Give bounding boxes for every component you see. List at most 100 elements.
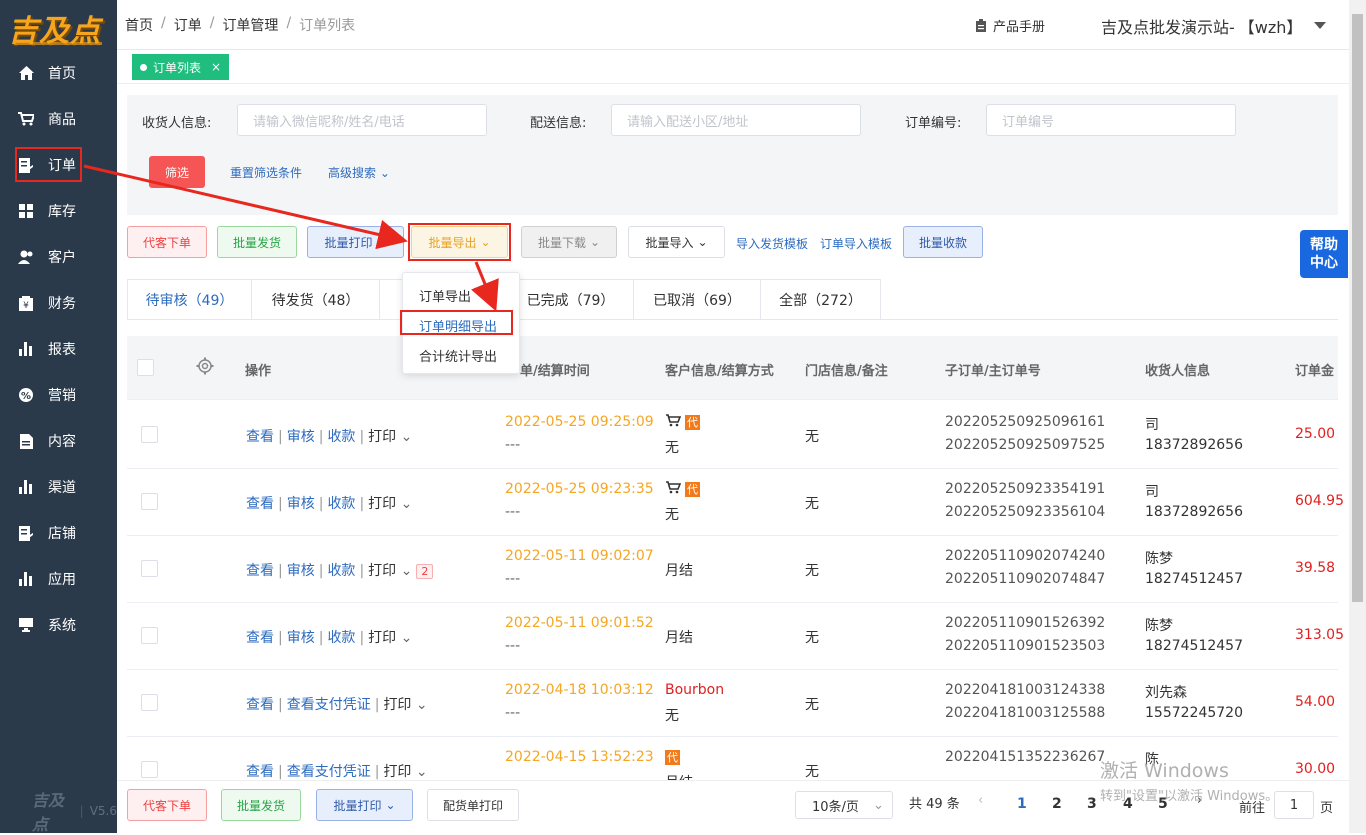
sidebar-item-5[interactable]: ¥ 财务 [0, 280, 117, 326]
bottom-batch-print-button[interactable]: 批量打印 ⌄ [316, 789, 413, 821]
settle-method: 月结 [665, 563, 693, 579]
breadcrumb-order-mgmt[interactable]: 订单管理 [222, 15, 278, 35]
sidebar-item-12[interactable]: 系统 [0, 602, 117, 648]
sub-order-no: 202204181003124338 [945, 682, 1106, 698]
bottom-proxy-order-button[interactable]: 代客下单 [127, 789, 207, 821]
order-import-template-link[interactable]: 订单导入模板 [820, 235, 892, 252]
page-3[interactable]: 3 [1087, 796, 1097, 812]
tab-cancelled[interactable]: 已取消（69） [634, 279, 761, 320]
batch-download-button[interactable]: 批量下载 ⌄ [521, 226, 617, 258]
help-center-button[interactable]: 帮助 中心 [1300, 230, 1348, 278]
chevron-down-icon: ⌄ [400, 429, 413, 445]
tab-all[interactable]: 全部（272） [761, 279, 881, 320]
row-checkbox[interactable] [141, 560, 158, 577]
logo[interactable]: 吉及点 [4, 6, 114, 49]
op-link[interactable]: 收款 [327, 496, 355, 512]
delivery-input[interactable]: 请输入配送小区/地址 [611, 104, 861, 136]
receiver-name: 陈梦 [1145, 618, 1173, 634]
tag-order-list[interactable]: 订单列表 × [132, 54, 230, 80]
row-checkbox[interactable] [141, 627, 158, 644]
batch-collect-button[interactable]: 批量收款 [903, 226, 983, 258]
batch-import-button[interactable]: 批量导入 ⌄ [628, 226, 725, 258]
op-link[interactable]: 查看 [246, 496, 274, 512]
tab-completed[interactable]: 已完成（79） [508, 279, 634, 320]
store-info: 无 [805, 429, 819, 445]
goto-page-input[interactable]: 1 [1274, 791, 1314, 819]
row-checkbox[interactable] [141, 493, 158, 510]
batch-print-button[interactable]: 批量打印 ⌄ [307, 226, 404, 258]
order-amount: 54.00 [1295, 694, 1336, 710]
print-menu[interactable]: 打印 ⌄ [368, 496, 412, 512]
page-2[interactable]: 2 [1052, 796, 1062, 812]
sidebar-item-label: 营销 [48, 388, 76, 404]
close-icon[interactable]: × [211, 60, 221, 74]
op-link[interactable]: 查看 [246, 764, 274, 780]
reset-filter-link[interactable]: 重置筛选条件 [230, 164, 302, 181]
sidebar-item-8[interactable]: 内容 [0, 418, 117, 464]
sidebar-item-7[interactable]: % 营销 [0, 372, 117, 418]
advanced-search-link[interactable]: 高级搜索 ⌄ [328, 164, 390, 181]
op-link[interactable]: 收款 [327, 429, 355, 445]
print-menu[interactable]: 打印 ⌄ [383, 764, 427, 780]
orderno-input[interactable]: 订单编号 [986, 104, 1236, 136]
receiver-input[interactable]: 请输入微信昵称/姓名/电话 [237, 104, 487, 136]
op-link[interactable]: 收款 [327, 563, 355, 579]
tab-pending-review[interactable]: 待审核（49） [127, 279, 252, 320]
sidebar-item-4[interactable]: 客户 [0, 234, 117, 280]
chevron-down-icon: ⌄ [385, 798, 396, 812]
manual-link[interactable]: 产品手册 [975, 16, 1045, 35]
proxy-order-button[interactable]: 代客下单 [127, 226, 207, 258]
op-link[interactable]: 查看 [246, 563, 274, 579]
filter-button[interactable]: 筛选 [149, 156, 205, 188]
dropdown-item-order-export[interactable]: 订单导出 [403, 286, 521, 305]
op-link[interactable]: 查看支付凭证 [287, 764, 371, 780]
batch-ship-button[interactable]: 批量发货 [217, 226, 297, 258]
op-link[interactable]: 收款 [327, 630, 355, 646]
sidebar-item-9[interactable]: 渠道 [0, 464, 117, 510]
bar-chart-icon [18, 571, 34, 587]
op-link[interactable]: 查看支付凭证 [287, 697, 371, 713]
scrollbar[interactable] [1349, 0, 1366, 833]
sidebar-item-1[interactable]: 商品 [0, 96, 117, 142]
row-checkbox[interactable] [141, 761, 158, 778]
select-all-checkbox[interactable] [137, 359, 154, 376]
sidebar-item-6[interactable]: 报表 [0, 326, 117, 372]
tab-pending-ship[interactable]: 待发货（48） [252, 279, 380, 320]
breadcrumb-current: 订单列表 [299, 17, 356, 34]
breadcrumb-home[interactable]: 首页 [125, 15, 153, 35]
sidebar-item-0[interactable]: 首页 [0, 50, 117, 96]
watermark-line2: 转到"设置"以激活 Windows。 [1100, 789, 1279, 804]
op-link[interactable]: 查看 [246, 429, 274, 445]
op-link[interactable]: 审核 [287, 563, 315, 579]
op-link[interactable]: 审核 [287, 429, 315, 445]
page-1[interactable]: 1 [1017, 796, 1027, 812]
sidebar-item-11[interactable]: 应用 [0, 556, 117, 602]
op-link[interactable]: 查看 [246, 697, 274, 713]
op-link[interactable]: 审核 [287, 496, 315, 512]
bottom-batch-ship-label: 批量发货 [236, 798, 285, 813]
bottom-batch-ship-button[interactable]: 批量发货 [221, 789, 301, 821]
sidebar-item-label: 客户 [48, 250, 76, 266]
prev-page-icon[interactable]: ‹ [978, 793, 983, 808]
footer-logo: 吉及点 [32, 791, 65, 834]
scrollbar-thumb[interactable] [1352, 14, 1363, 602]
dispatch-print-button[interactable]: 配货单打印 [427, 789, 519, 821]
row-checkbox[interactable] [141, 694, 158, 711]
row-checkbox[interactable] [141, 426, 158, 443]
gear-icon[interactable] [196, 357, 214, 375]
op-link[interactable]: 查看 [246, 630, 274, 646]
page-size-select[interactable]: 10条/页 ⌄ [795, 791, 893, 819]
site-user-menu[interactable]: 吉及点批发演示站- 【wzh】 [1101, 14, 1327, 38]
sidebar-item-3[interactable]: 库存 [0, 188, 117, 234]
import-ship-template-link[interactable]: 导入发货模板 [736, 235, 808, 252]
print-menu[interactable]: 打印 ⌄ [383, 697, 427, 713]
print-menu[interactable]: 打印 ⌄ [368, 630, 412, 646]
breadcrumb-order[interactable]: 订单 [174, 15, 202, 35]
order-amount: 313.05 [1295, 627, 1344, 643]
dropdown-item-total-export[interactable]: 合计统计导出 [403, 346, 521, 365]
sidebar-item-10[interactable]: 店铺 [0, 510, 117, 556]
op-link[interactable]: 审核 [287, 630, 315, 646]
row-actions: 查看 | 审核 | 收款 | 打印 ⌄ [246, 630, 413, 646]
print-menu[interactable]: 打印 ⌄ [368, 563, 412, 579]
print-menu[interactable]: 打印 ⌄ [368, 429, 412, 445]
